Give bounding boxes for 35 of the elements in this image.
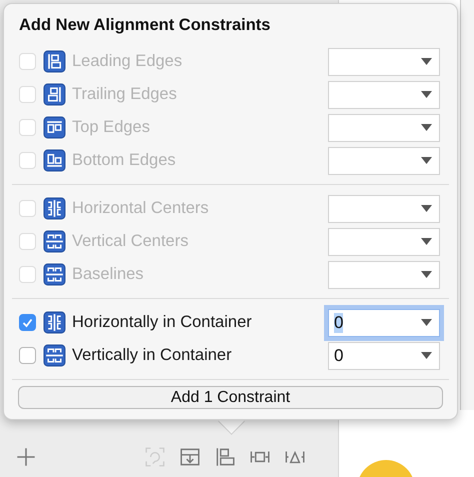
checkbox[interactable] (19, 314, 36, 331)
constraint-label: Trailing Edges (72, 85, 178, 104)
value-dropdown[interactable]: 0 (328, 342, 440, 370)
caret-icon (421, 205, 432, 212)
alignment-icon (43, 83, 66, 106)
caret-icon (421, 271, 432, 278)
constraint-label: Baselines (72, 265, 145, 284)
constraint-label: Vertical Centers (72, 232, 190, 251)
caret-icon (421, 319, 432, 326)
alignment-icon (43, 197, 66, 220)
caret-icon (421, 58, 432, 65)
alignment-icon (43, 50, 66, 73)
constraint-label: Horizontally in Container (72, 313, 253, 332)
caret-icon (421, 238, 432, 245)
value-text: 0 (334, 312, 344, 332)
caret-icon (421, 157, 432, 164)
alignment-icon (43, 311, 66, 334)
constraint-label: Vertically in Container (72, 346, 233, 365)
alignment-icon (43, 344, 66, 367)
alignment-icon (43, 116, 66, 139)
alignment-icon (43, 263, 66, 286)
alignment-icon (43, 230, 66, 253)
constraint-label: Leading Edges (72, 52, 184, 71)
value-text: 0 (334, 346, 344, 366)
caret-icon (421, 124, 432, 131)
constraint-label: Bottom Edges (72, 151, 177, 170)
checkbox[interactable] (19, 347, 36, 364)
check-icon (22, 318, 33, 328)
constraint-label: Horizontal Centers (72, 199, 210, 218)
popover-title: Add New Alignment Constraints (19, 16, 272, 35)
constraint-label: Top Edges (72, 118, 151, 137)
caret-icon (421, 352, 432, 359)
add-constraint-button[interactable]: Add 1 Constraint (18, 386, 443, 409)
caret-icon (421, 91, 432, 98)
alignment-icon (43, 149, 66, 172)
